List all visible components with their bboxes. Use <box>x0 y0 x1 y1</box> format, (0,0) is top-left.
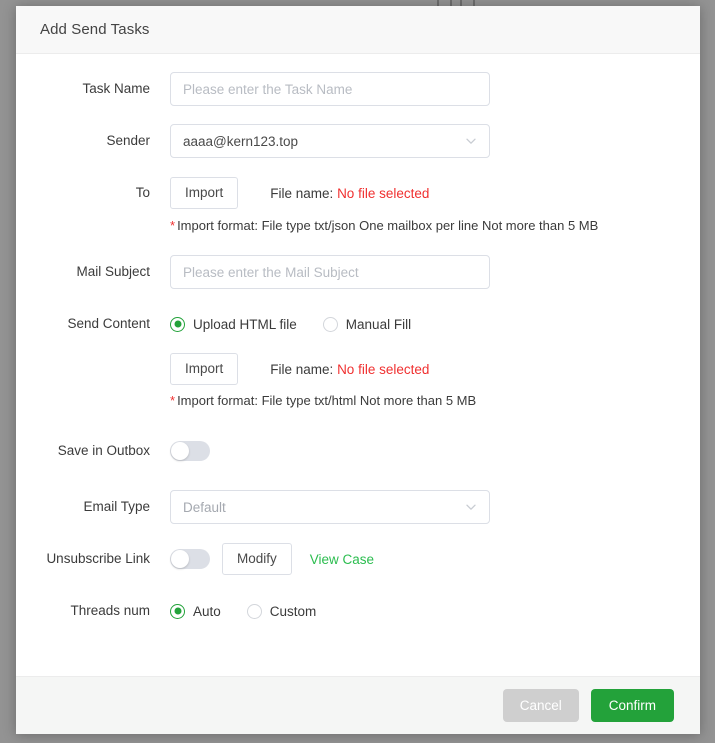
to-file-name: File name: No file selected <box>270 186 429 201</box>
field-row-save-in-outbox: Save in Outbox <box>16 434 700 468</box>
field-row-send-content: Send Content Upload HTML file Manual Fil… <box>16 307 700 341</box>
mail-subject-input[interactable] <box>170 255 490 289</box>
to-file-name-value: No file selected <box>337 185 430 201</box>
cancel-button[interactable]: Cancel <box>502 689 579 722</box>
threads-num-label: Threads num <box>70 603 150 618</box>
chevron-down-icon <box>465 501 477 513</box>
send-content-import-button[interactable]: Import <box>170 353 239 385</box>
sender-label: Sender <box>106 133 150 148</box>
field-row-threads-num: Threads num Auto Custom <box>16 594 700 628</box>
confirm-button[interactable]: Confirm <box>590 689 674 722</box>
dialog-header: Add Send Tasks <box>16 6 700 54</box>
threads-num-radio-group: Auto Custom <box>170 603 342 619</box>
send-content-import-row: Import File name: No file selected <box>16 353 700 385</box>
send-content-file-name-value: No file selected <box>337 361 430 377</box>
to-import-button[interactable]: Import <box>170 177 239 209</box>
send-content-radio-group: Upload HTML file Manual Fill <box>170 316 437 332</box>
dialog-body: Task Name Sender aaaa@kern123.top <box>16 54 700 676</box>
send-content-import-hint: * Import format: File type txt/html Not m… <box>170 393 476 408</box>
email-type-select-value: Default <box>183 499 226 515</box>
toggle-knob <box>171 442 189 460</box>
view-case-link[interactable]: View Case <box>310 552 374 567</box>
radio-upload-html-file[interactable]: Upload HTML file <box>170 316 297 332</box>
send-content-label: Send Content <box>67 316 150 331</box>
send-content-file-name: File name: No file selected <box>270 362 429 377</box>
send-content-import-hint-text: Import format: File type txt/html Not mo… <box>177 393 477 408</box>
sender-select-value: aaaa@kern123.top <box>183 133 299 149</box>
task-name-input[interactable] <box>170 72 490 106</box>
sender-select[interactable]: aaaa@kern123.top <box>170 124 490 158</box>
radio-mark-icon <box>246 603 262 619</box>
send-content-hint-row: * Import format: File type txt/html Not m… <box>16 393 700 408</box>
email-type-label: Email Type <box>83 499 150 514</box>
required-asterisk: * <box>170 393 176 408</box>
send-content-file-name-label: File name: <box>270 361 334 377</box>
to-hint-row: * Import format: File type txt/json One m… <box>16 218 700 233</box>
field-row-task-name: Task Name <box>16 72 700 106</box>
to-import-hint: * Import format: File type txt/json One m… <box>170 218 598 233</box>
radio-threads-auto-label: Auto <box>193 603 221 619</box>
mail-subject-label: Mail Subject <box>76 264 150 279</box>
task-name-label: Task Name <box>82 81 150 96</box>
save-in-outbox-toggle[interactable] <box>170 441 210 461</box>
field-row-sender: Sender aaaa@kern123.top <box>16 124 700 158</box>
unsubscribe-link-toggle[interactable] <box>170 549 210 569</box>
radio-mark-icon <box>170 603 185 619</box>
add-send-tasks-dialog: Add Send Tasks Task Name Sender aaaa@ker… <box>16 6 700 734</box>
unsubscribe-link-label: Unsubscribe Link <box>46 551 150 566</box>
field-row-to: To Import File name: No file selected <box>16 176 700 210</box>
radio-manual-fill-label: Manual Fill <box>345 316 412 332</box>
email-type-select[interactable]: Default <box>170 490 490 524</box>
field-row-mail-subject: Mail Subject <box>16 255 700 289</box>
chevron-down-icon <box>465 135 477 147</box>
radio-threads-custom-label: Custom <box>269 603 317 619</box>
radio-threads-auto[interactable]: Auto <box>170 603 221 619</box>
unsubscribe-modify-button[interactable]: Modify <box>222 543 292 575</box>
field-row-email-type: Email Type Default <box>16 490 700 524</box>
toggle-knob <box>171 550 189 568</box>
field-row-unsubscribe-link: Unsubscribe Link Modify View Case <box>16 542 700 576</box>
radio-threads-custom[interactable]: Custom <box>246 603 317 619</box>
dialog-title: Add Send Tasks <box>40 21 150 38</box>
to-import-hint-text: Import format: File type txt/json One ma… <box>177 218 599 233</box>
radio-mark-icon <box>170 316 185 332</box>
dialog-footer: Cancel Confirm <box>16 676 700 734</box>
required-asterisk: * <box>170 218 176 233</box>
radio-mark-icon <box>322 316 338 332</box>
to-label: To <box>135 185 150 200</box>
radio-upload-html-file-label: Upload HTML file <box>193 316 297 332</box>
radio-manual-fill[interactable]: Manual Fill <box>322 316 412 332</box>
to-file-name-label: File name: <box>270 185 334 201</box>
save-in-outbox-label: Save in Outbox <box>57 443 150 458</box>
